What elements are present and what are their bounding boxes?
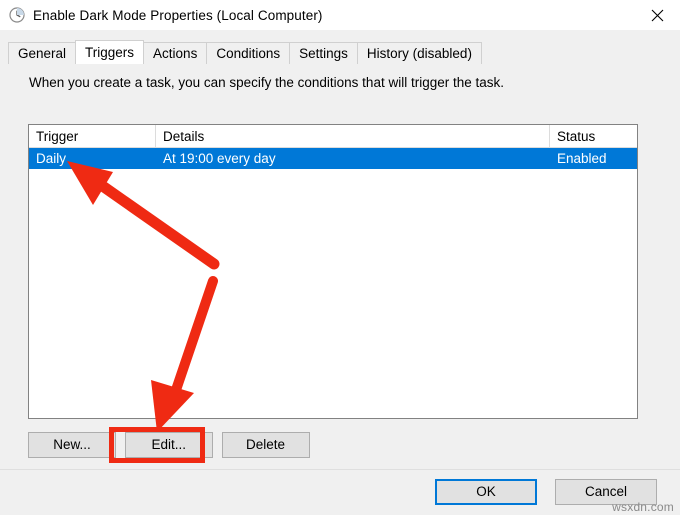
tab-actions[interactable]: Actions [143,42,207,64]
triggers-list[interactable]: Trigger Details Status Daily At 19:00 ev… [28,124,638,419]
tab-history[interactable]: History (disabled) [357,42,482,64]
tab-strip: General Triggers Actions Conditions Sett… [8,40,672,64]
ok-button[interactable]: OK [435,479,537,505]
tab-general[interactable]: General [8,42,76,64]
close-button[interactable] [634,0,680,30]
close-icon [651,9,664,22]
cell-details: At 19:00 every day [156,151,550,166]
table-row[interactable]: Daily At 19:00 every day Enabled [29,148,637,169]
list-header-row: Trigger Details Status [29,125,637,148]
tab-settings[interactable]: Settings [289,42,358,64]
tab-conditions[interactable]: Conditions [206,42,290,64]
column-header-details[interactable]: Details [156,125,550,147]
site-watermark: wsxdn.com [612,500,674,514]
delete-button[interactable]: Delete [222,432,310,458]
dialog-footer: OK Cancel [0,469,680,515]
cell-trigger: Daily [29,151,156,166]
title-bar: Enable Dark Mode Properties (Local Compu… [0,0,680,30]
dialog-client-area: General Triggers Actions Conditions Sett… [0,30,680,515]
tab-triggers[interactable]: Triggers [75,40,144,64]
panel-description: When you create a task, you can specify … [29,75,504,90]
window-title: Enable Dark Mode Properties (Local Compu… [33,8,323,23]
column-header-trigger[interactable]: Trigger [29,125,156,147]
cell-status: Enabled [550,151,637,166]
new-button[interactable]: New... [28,432,116,458]
edit-button[interactable]: Edit... [125,432,213,458]
trigger-actions-row: New... Edit... Delete [28,432,315,458]
task-properties-window: Enable Dark Mode Properties (Local Compu… [0,0,680,515]
clock-task-icon [9,7,25,23]
column-header-status[interactable]: Status [550,125,637,147]
